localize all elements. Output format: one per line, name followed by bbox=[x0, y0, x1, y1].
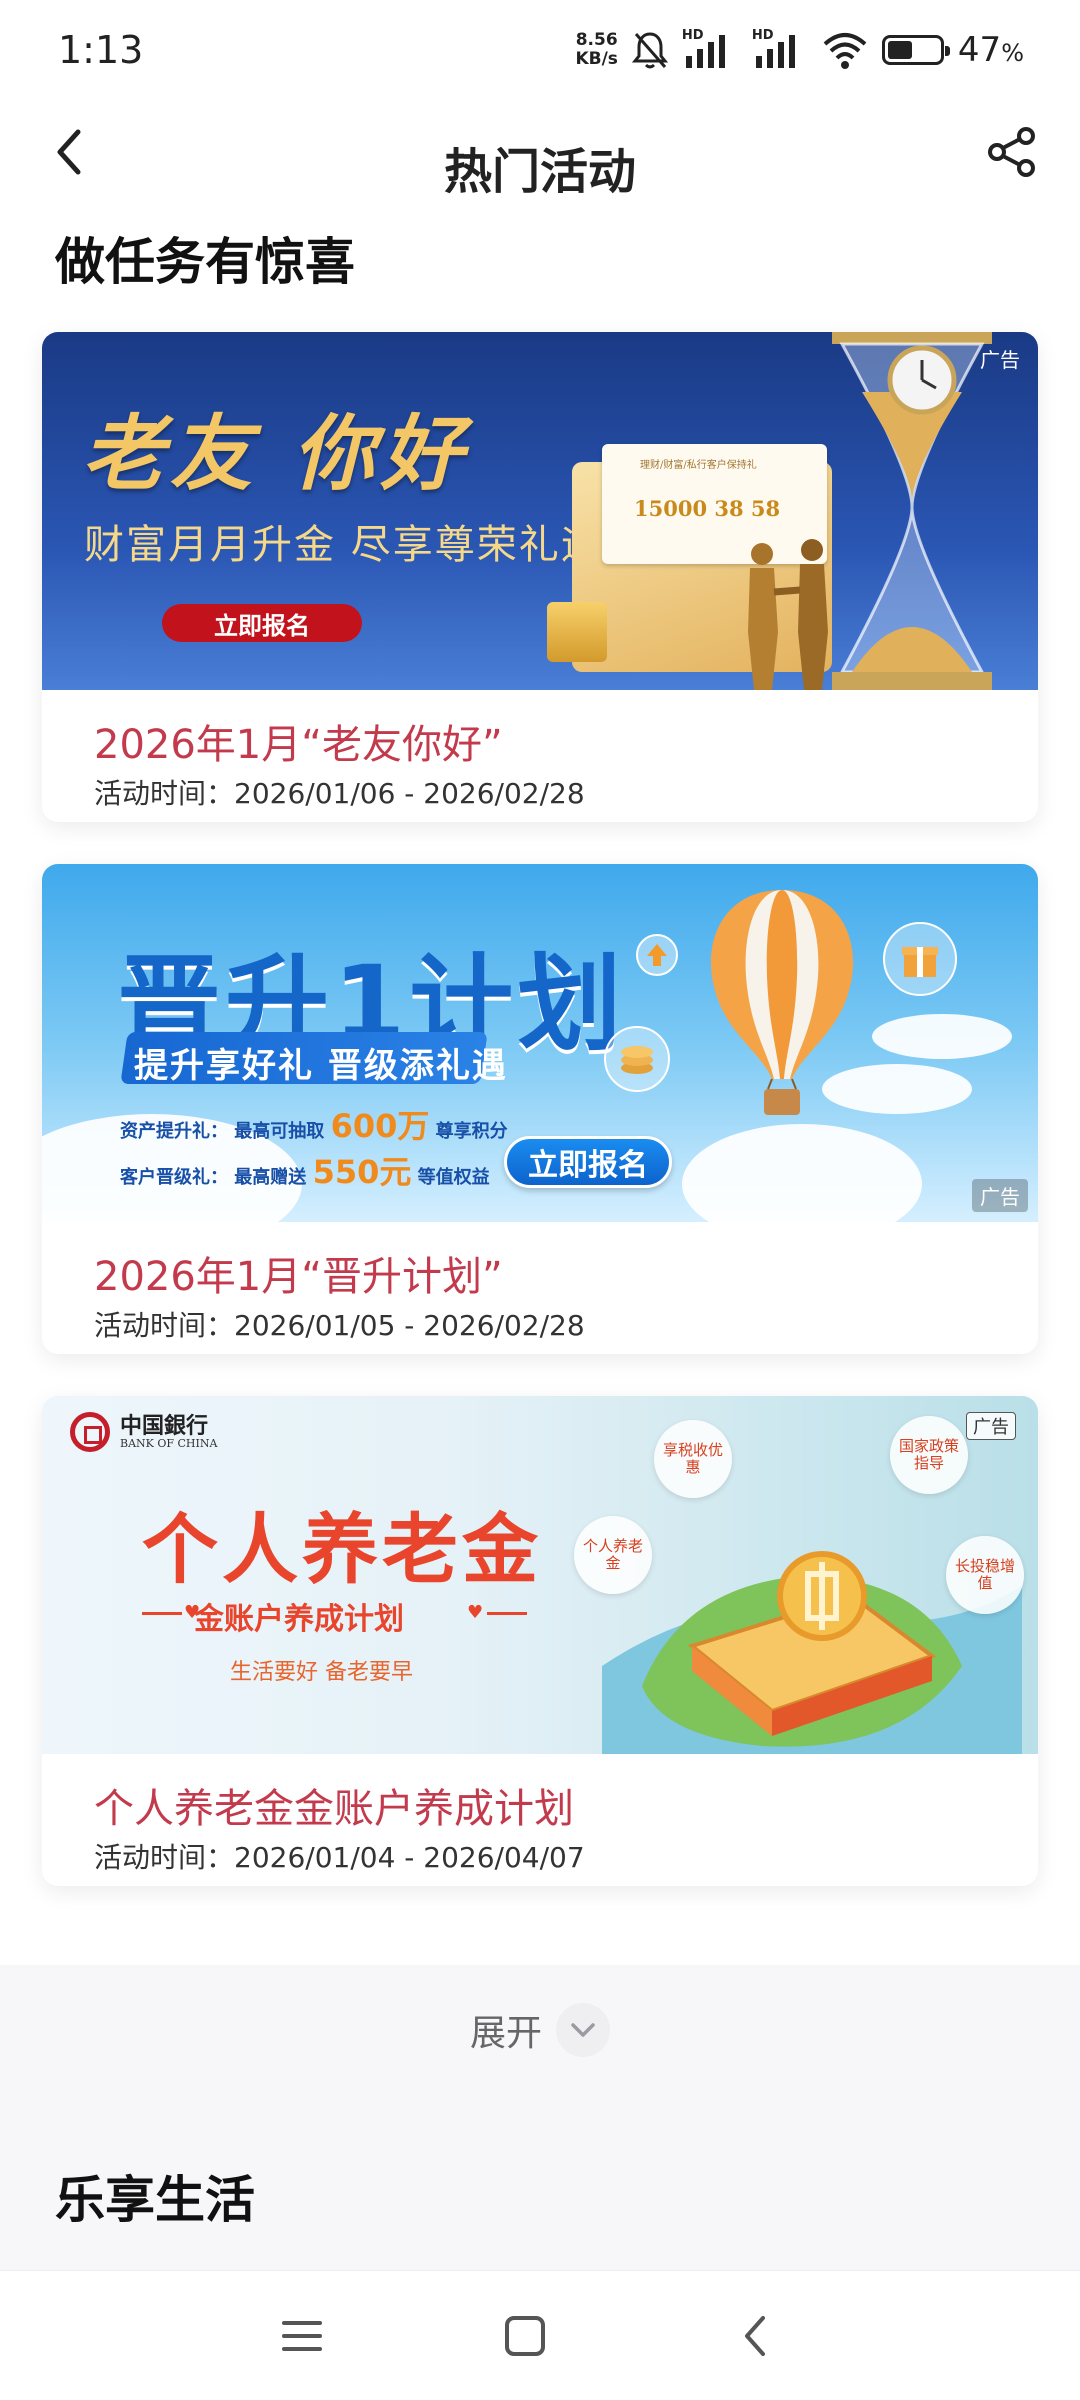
banner-laoyou[interactable]: 老友 你好 财富月月升金 尽享尊荣礼遇 立即报名 理财/财富/私行客户保持礼 1… bbox=[42, 332, 1038, 690]
card-time: 活动时间：2026/01/06 - 2026/02/28 bbox=[94, 777, 585, 810]
activity-card-2[interactable]: 晋升1计划 提升享好礼 晋级添礼遇 资产提升礼： 最高可抽取 600万 尊享积分… bbox=[42, 864, 1038, 1354]
activity-card-3[interactable]: 中国銀行 BANK OF CHINA 个人养老金 ♥ 金账户养成计划 ♥ 生活要… bbox=[42, 1396, 1038, 1886]
boc-emblem-icon bbox=[70, 1412, 110, 1452]
ad-badge: 广告 bbox=[972, 1179, 1028, 1212]
card-title: 2026年1月“晋升计划” bbox=[94, 1254, 503, 1300]
upgrade-big: 550元 bbox=[312, 1153, 412, 1191]
asset-pre: 最高可抽取 bbox=[234, 1121, 325, 1142]
banner-signup-button[interactable]: 立即报名 bbox=[162, 604, 362, 642]
asset-label: 资产提升礼： bbox=[120, 1121, 228, 1142]
gift-bubble-icon bbox=[883, 922, 957, 996]
bubble-longterm: 长投稳增值 bbox=[946, 1536, 1024, 1614]
battery-percent: 47% bbox=[958, 30, 1024, 70]
banner-pension[interactable]: 中国銀行 BANK OF CHINA 个人养老金 ♥ 金账户养成计划 ♥ 生活要… bbox=[42, 1396, 1038, 1754]
nav-bar: 热门活动 bbox=[0, 100, 1080, 210]
net-speed-unit: KB/s bbox=[575, 49, 618, 69]
status-indicators: 8.56 KB/s HD HD 47% bbox=[575, 28, 1024, 72]
upgrade-post: 等值权益 bbox=[417, 1167, 490, 1188]
chevron-down-icon bbox=[556, 2003, 610, 2057]
home-button[interactable] bbox=[485, 2301, 565, 2371]
expand-button[interactable]: 展开 bbox=[0, 1965, 1080, 2095]
card-info: 个人养老金金账户养成计划 活动时间：2026/01/04 - 2026/04/0… bbox=[42, 1754, 1038, 1886]
banner-subline: 财富月月升金 尽享尊荣礼遇 bbox=[84, 522, 603, 568]
battery-fill bbox=[887, 41, 912, 59]
home-square-icon bbox=[505, 2316, 545, 2356]
banner-signup-button[interactable]: 立即报名 bbox=[504, 1136, 672, 1188]
banner-ribbon-text: 提升享好礼 晋级添礼遇 bbox=[134, 1046, 508, 1086]
expand-label: 展开 bbox=[469, 2013, 542, 2054]
section-title-life: 乐享生活 bbox=[55, 2171, 255, 2229]
bank-of-china-logo: 中国銀行 BANK OF CHINA bbox=[70, 1412, 217, 1452]
logo-en: BANK OF CHINA bbox=[120, 1437, 218, 1450]
upgrade-pre: 最高赠送 bbox=[234, 1167, 307, 1188]
ad-badge: 广告 bbox=[966, 1412, 1016, 1440]
asset-big: 600万 bbox=[330, 1107, 430, 1145]
card-title: 个人养老金金账户养成计划 bbox=[94, 1786, 574, 1832]
banner-subline: 金账户养成计划 bbox=[194, 1602, 404, 1637]
back-icon bbox=[745, 2316, 765, 2356]
system-back-button[interactable] bbox=[715, 2301, 795, 2371]
ad-badge: 广告 bbox=[980, 348, 1020, 372]
upgrade-label: 客户晋级礼： bbox=[120, 1167, 228, 1188]
cloud-shape bbox=[682, 1124, 922, 1222]
coins-bubble-icon bbox=[604, 1026, 670, 1092]
gift-box-icon bbox=[547, 602, 607, 662]
bubble-tax: 享税收优惠 bbox=[654, 1420, 732, 1498]
page-title: 热门活动 bbox=[443, 144, 636, 200]
divider-left bbox=[142, 1612, 182, 1615]
recent-apps-button[interactable] bbox=[262, 2301, 342, 2371]
card-info: 2026年1月“老友你好” 活动时间：2026/01/06 - 2026/02/… bbox=[42, 690, 1038, 822]
heart-icon: ♥ bbox=[467, 1602, 484, 1623]
card-time: 活动时间：2026/01/04 - 2026/04/07 bbox=[94, 1841, 585, 1874]
activity-card-1[interactable]: 老友 你好 财富月月升金 尽享尊荣礼遇 立即报名 理财/财富/私行客户保持礼 1… bbox=[42, 332, 1038, 822]
menu-icon bbox=[282, 2321, 322, 2351]
logo-cn: 中国銀行 bbox=[120, 1413, 209, 1439]
letter-numbers: 15000 38 58 bbox=[634, 496, 781, 521]
status-time: 1:13 bbox=[58, 28, 144, 72]
signal-icon-2: HD bbox=[752, 28, 808, 70]
network-speed: 8.56 KB/s bbox=[575, 31, 617, 69]
hot-air-balloon-icon bbox=[710, 890, 854, 1115]
banner-line-upgrade: 客户晋级礼： 最高赠送 550元 等值权益 bbox=[120, 1147, 490, 1193]
signal-icon-1: HD bbox=[682, 28, 738, 70]
banner-slogan: 生活要好 备老要早 bbox=[230, 1660, 413, 1685]
share-button[interactable] bbox=[982, 122, 1042, 182]
banner-headline: 个人养老金 bbox=[142, 1505, 542, 1594]
banner-line-asset: 资产提升礼： 最高可抽取 600万 尊享积分 bbox=[120, 1101, 508, 1147]
status-bar: 1:13 8.56 KB/s HD HD 47% bbox=[0, 0, 1080, 100]
asset-post: 尊享积分 bbox=[435, 1121, 508, 1142]
pension-island-illustration bbox=[602, 1551, 1022, 1754]
banner-jinsheng[interactable]: 晋升1计划 提升享好礼 晋级添礼遇 资产提升礼： 最高可抽取 600万 尊享积分… bbox=[42, 864, 1038, 1222]
bubble-pension: 个人养老金 bbox=[574, 1516, 652, 1594]
card-title: 2026年1月“老友你好” bbox=[94, 722, 503, 768]
share-icon bbox=[988, 127, 1035, 177]
letter-heading: 理财/财富/私行客户保持礼 bbox=[640, 460, 757, 471]
arrow-up-bubble-icon bbox=[636, 934, 678, 976]
divider-right bbox=[487, 1612, 527, 1615]
bubble-policy: 国家政策指导 bbox=[890, 1416, 968, 1494]
battery-percent-sign: % bbox=[1001, 39, 1024, 67]
cloud-shape bbox=[872, 1014, 1012, 1059]
battery-icon bbox=[881, 35, 950, 65]
mute-bell-icon bbox=[631, 32, 668, 69]
battery-percent-value: 47 bbox=[957, 30, 1002, 70]
system-navigation-bar bbox=[0, 2270, 1080, 2400]
banner-headline: 老友 你好 bbox=[82, 406, 469, 502]
wifi-icon bbox=[823, 33, 867, 69]
card-info: 2026年1月“晋升计划” 活动时间：2026/01/05 - 2026/02/… bbox=[42, 1222, 1038, 1354]
section-title-tasks: 做任务有惊喜 bbox=[55, 233, 355, 291]
card-time: 活动时间：2026/01/05 - 2026/02/28 bbox=[94, 1309, 585, 1342]
net-speed-value: 8.56 bbox=[575, 30, 618, 50]
hourglass-clock-icon bbox=[832, 332, 992, 690]
